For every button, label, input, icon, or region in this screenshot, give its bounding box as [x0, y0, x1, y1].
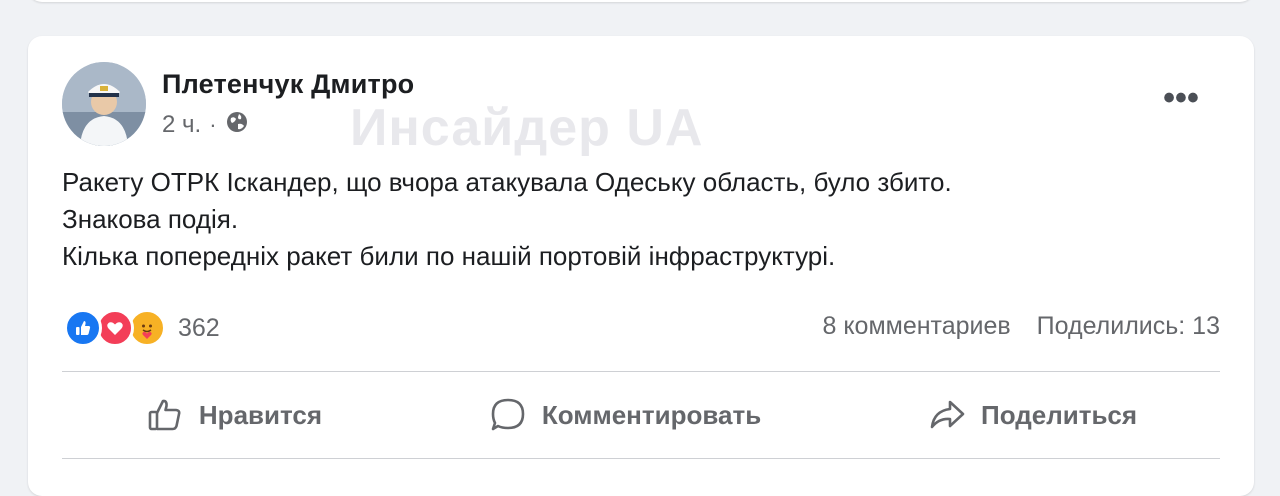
globe-icon: [225, 110, 249, 141]
thumbs-up-icon: [145, 395, 185, 435]
comments-count-link[interactable]: 8 комментариев: [822, 312, 1010, 341]
comment-button[interactable]: Комментировать: [470, 387, 779, 443]
post-text-line: Кілька попередніх ракет били по нашій по…: [62, 241, 836, 271]
share-arrow-icon: [927, 395, 967, 435]
reaction-count: 362: [178, 313, 220, 342]
reactions-summary[interactable]: 362: [64, 308, 220, 348]
post-text: Ракету ОТРК Іскандер, що вчора атакувала…: [62, 164, 1212, 275]
avatar[interactable]: [62, 62, 146, 146]
more-options-icon[interactable]: •••: [1156, 80, 1206, 116]
post-text-line: Знакова подія.: [62, 204, 239, 234]
post-actions: Нравится Комментировать Поделиться: [62, 380, 1220, 450]
shares-count-link[interactable]: Поделились: 13: [1037, 312, 1220, 341]
divider: [62, 371, 1220, 372]
post-time[interactable]: 2 ч.: [162, 111, 201, 139]
divider: [62, 458, 1220, 459]
like-reaction-icon: [64, 309, 102, 347]
share-button-label: Поделиться: [981, 399, 1138, 430]
like-button-label: Нравится: [198, 399, 323, 430]
engagement-counts: 8 комментариев Поделились: 13: [822, 312, 1220, 341]
watermark: Инсайдер UA: [350, 99, 704, 157]
comment-bubble-icon: [488, 395, 528, 435]
post-meta: 2 ч. ·: [162, 110, 249, 140]
post-text-line: Ракету ОТРК Іскандер, що вчора атакувала…: [62, 167, 952, 197]
like-button[interactable]: Нравится: [127, 387, 340, 443]
previous-post-card: [28, 0, 1254, 2]
author-name[interactable]: Плетенчук Дмитро: [162, 69, 414, 100]
share-button[interactable]: Поделиться: [909, 387, 1155, 443]
comment-button-label: Комментировать: [541, 399, 762, 430]
meta-separator: ·: [209, 112, 217, 137]
post-card: Плетенчук Дмитро 2 ч. · Инсайдер UA ••• …: [28, 36, 1254, 496]
